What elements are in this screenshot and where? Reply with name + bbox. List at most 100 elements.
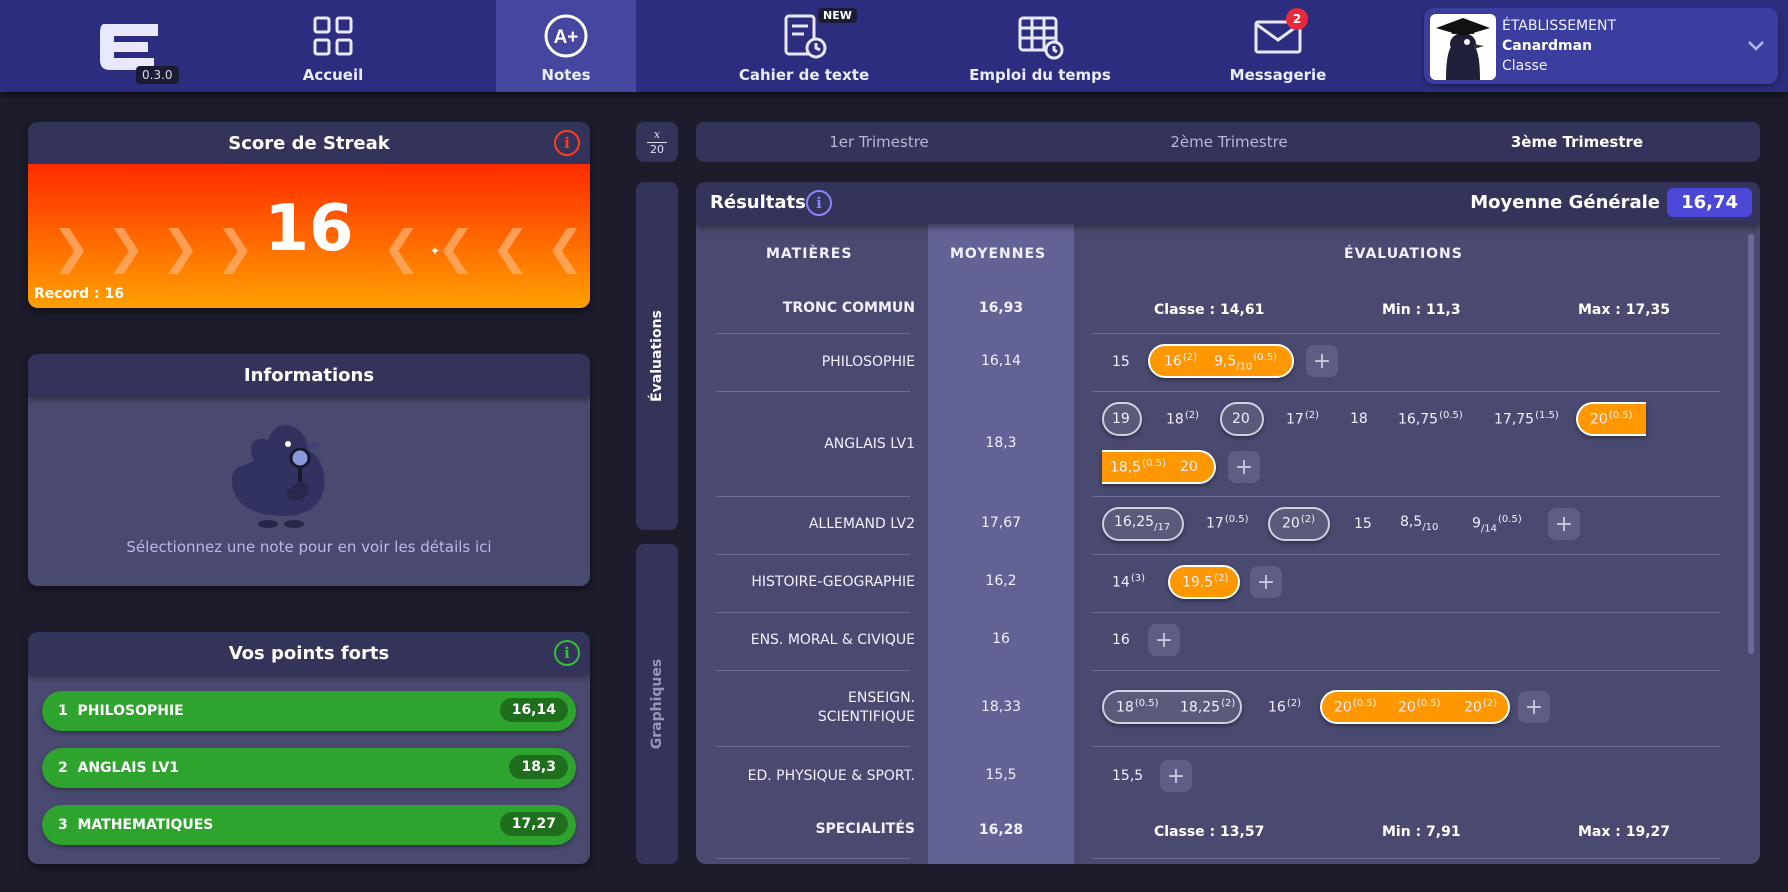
add-grade-button[interactable]: + — [1148, 624, 1180, 656]
grade[interactable]: 17(0.5) — [1206, 514, 1249, 532]
establishment-label: ÉTABLISSEMENT — [1502, 18, 1616, 34]
tab-graphiques-label: Graphiques — [649, 658, 666, 750]
grade[interactable]: 19,5(2) — [1182, 573, 1228, 591]
grade[interactable]: 16(2) — [1164, 352, 1197, 370]
specialites-min: Min : 7,91 — [1382, 824, 1461, 840]
results-title: Résultats — [710, 192, 806, 213]
grade[interactable]: 15 — [1354, 516, 1372, 532]
tab-evaluations[interactable]: Évaluations — [636, 182, 678, 530]
nav-notes[interactable]: A+ Notes — [496, 0, 636, 92]
add-grade-button[interactable]: + — [1548, 508, 1580, 540]
scrollbar[interactable] — [1748, 234, 1754, 654]
strength-item[interactable]: 1 PHILOSOPHIE 16,14 — [42, 691, 576, 731]
nav-messagerie[interactable]: 2 Messagerie — [1210, 0, 1346, 92]
strength-item[interactable]: 3 MATHEMATIQUES 17,27 — [42, 805, 576, 845]
streak-body: ❯❯❯❯ ❮❮❮❮ 16 ✦ Record : 16 — [28, 164, 590, 308]
subject-name: HISTOIRE-GEOGRAPHIE — [751, 574, 915, 590]
nav-emploi[interactable]: Emploi du temps — [960, 0, 1120, 92]
subject-average: 16,2 — [985, 573, 1017, 589]
strength-rank: 3 — [58, 817, 68, 833]
grade[interactable]: 20(2) — [1282, 514, 1315, 532]
row-divider — [1092, 496, 1720, 497]
grade[interactable]: 15,5 — [1112, 768, 1143, 784]
streak-score: 16 — [264, 192, 354, 266]
grade[interactable]: 20 — [1232, 411, 1250, 427]
tab-trimestre-3[interactable]: 3ème Trimestre — [1394, 122, 1760, 162]
tab-graphiques[interactable]: Graphiques — [636, 544, 678, 864]
info-icon[interactable]: i — [554, 640, 580, 666]
top-nav-bar: 0.3.0 Accueil A+ Notes NEW Cahier de tex… — [0, 0, 1788, 92]
info-icon[interactable]: i — [806, 190, 832, 216]
strength-value: 18,3 — [509, 755, 568, 779]
row-divider — [1092, 612, 1720, 613]
grade[interactable]: 20(2) — [1464, 698, 1497, 716]
add-grade-button[interactable]: + — [1228, 451, 1260, 483]
nav-cahier[interactable]: NEW Cahier de texte — [720, 0, 888, 92]
grade[interactable]: 15 — [1112, 354, 1130, 370]
grade[interactable]: 16,25/17 — [1114, 514, 1170, 533]
strength-rank: 1 — [58, 703, 68, 719]
strength-rank: 2 — [58, 760, 68, 776]
moyenne-generale-value: 16,74 — [1667, 188, 1752, 217]
row-divider — [716, 746, 910, 747]
new-badge: NEW — [818, 8, 857, 23]
grade-scale-toggle[interactable]: x 20 — [636, 122, 678, 162]
grade[interactable]: 16 — [1112, 632, 1130, 648]
grade[interactable]: 20 — [1180, 459, 1198, 475]
points-forts-title: Vos points forts — [228, 642, 390, 664]
add-grade-button[interactable]: + — [1306, 345, 1338, 377]
grade[interactable]: 8,5/10 — [1400, 514, 1438, 533]
subject-name: ALLEMAND LV2 — [808, 516, 915, 532]
grade[interactable]: 18,25(2) — [1180, 698, 1235, 716]
fraction-den: 20 — [650, 142, 664, 156]
strength-item[interactable]: 2 ANGLAIS LV1 18,3 — [42, 748, 576, 788]
informations-hint: Sélectionnez une note pour en voir les d… — [126, 538, 492, 556]
add-grade-button[interactable]: + — [1518, 691, 1550, 723]
tab-trimestre-2[interactable]: 2ème Trimestre — [1045, 122, 1413, 162]
row-divider — [716, 612, 910, 613]
calendar-icon — [1018, 16, 1064, 60]
row-divider — [1092, 554, 1720, 555]
grade[interactable]: 19 — [1112, 411, 1130, 427]
subject-average: 16 — [992, 631, 1010, 647]
group-tronc-commun: TRONC COMMUN — [782, 300, 915, 316]
establishment-selector[interactable]: ÉTABLISSEMENT Canardman Classe — [1424, 8, 1778, 84]
grade[interactable]: 9,5/10(0.5) — [1214, 352, 1277, 372]
grade[interactable]: 17(2) — [1286, 410, 1319, 428]
add-grade-button[interactable]: + — [1160, 760, 1192, 792]
row-divider — [1092, 746, 1720, 747]
grade[interactable]: 20(0.5) — [1334, 698, 1377, 716]
nav-accueil-label: Accueil — [302, 66, 364, 84]
tronc-max: Max : 17,35 — [1578, 302, 1671, 318]
tab-evaluations-label: Évaluations — [649, 310, 666, 402]
row-divider — [716, 858, 910, 859]
add-grade-button[interactable]: + — [1250, 566, 1282, 598]
establishment-name: Canardman — [1502, 38, 1593, 54]
strength-label: ANGLAIS LV1 — [77, 760, 180, 776]
subject-average: 18,33 — [980, 699, 1022, 715]
streak-card: Score de Streak i ❯❯❯❯ ❮❮❮❮ 16 ✦ Record … — [28, 122, 590, 308]
informations-title: Informations — [243, 364, 375, 386]
grade[interactable]: 16,75(0.5) — [1398, 410, 1463, 428]
grade[interactable]: 18(2) — [1166, 410, 1199, 428]
chevron-down-icon — [1748, 41, 1764, 51]
grade[interactable]: 18(0.5) — [1116, 698, 1159, 716]
grade[interactable]: 20(0.5) — [1398, 698, 1441, 716]
subject-name: ED. PHYSIQUE & SPORT. — [747, 768, 915, 784]
grade[interactable]: 9/14(0.5) — [1472, 514, 1522, 534]
subject-name: PHILOSOPHIE — [821, 354, 915, 370]
strength-label: MATHEMATIQUES — [77, 817, 214, 833]
nav-accueil[interactable]: Accueil — [268, 0, 398, 92]
grade[interactable]: 14(3) — [1112, 573, 1145, 591]
grade[interactable]: 18 — [1350, 411, 1368, 427]
streak-record: Record : 16 — [34, 286, 124, 302]
info-icon[interactable]: i — [554, 130, 580, 156]
grade[interactable]: 16(2) — [1268, 698, 1301, 716]
class-name: Classe — [1502, 58, 1548, 74]
grade[interactable]: 20(0.5) — [1590, 410, 1633, 428]
tab-trimestre-1[interactable]: 1er Trimestre — [696, 122, 1062, 162]
subject-name: ENSEIGN. SCIENTIFIQUE — [817, 690, 915, 725]
grade[interactable]: 17,75(1.5) — [1494, 410, 1559, 428]
fraction-num: x — [653, 127, 661, 141]
grade[interactable]: 18,5(0.5) — [1110, 458, 1166, 476]
